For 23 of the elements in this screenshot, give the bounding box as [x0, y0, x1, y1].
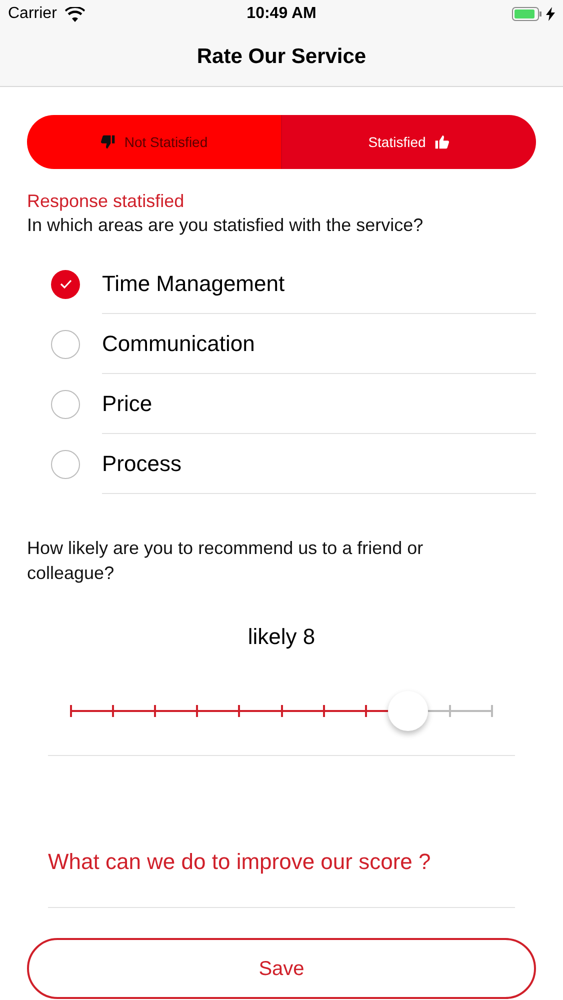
segment-tab[interactable]: Statisfied — [281, 115, 536, 169]
battery-icon — [512, 7, 542, 21]
option-label: Price — [102, 390, 152, 418]
thumbs-down-icon — [100, 134, 116, 150]
option-label: Process — [102, 450, 182, 478]
carrier-label: Carrier — [8, 4, 57, 24]
improve-field[interactable]: What can we do to improve our score ? — [48, 816, 515, 908]
question-text: In which areas are you statisfied with the service? — [27, 214, 424, 237]
wifi-icon — [64, 6, 85, 22]
screen-title: Rate Our Service — [196, 44, 366, 70]
rating-slider[interactable] — [71, 691, 492, 731]
check-icon — [60, 279, 72, 289]
thumbs-up-icon — [434, 134, 450, 150]
clock-label: 10:49 AM — [246, 4, 316, 24]
save-button[interactable]: Save — [27, 938, 536, 999]
option-label: Time Management — [102, 270, 285, 298]
question-text: How likely are you to recommend us to a friend or colleague? — [27, 537, 424, 585]
rating-reading: likely 8 — [246, 623, 316, 651]
option-label: Communication — [102, 330, 255, 358]
segment-tab[interactable]: Not Statisfied — [27, 115, 281, 169]
response-label: Response statisfied — [27, 190, 186, 212]
charging-icon — [546, 7, 555, 21]
slider-thumb[interactable] — [388, 691, 428, 731]
